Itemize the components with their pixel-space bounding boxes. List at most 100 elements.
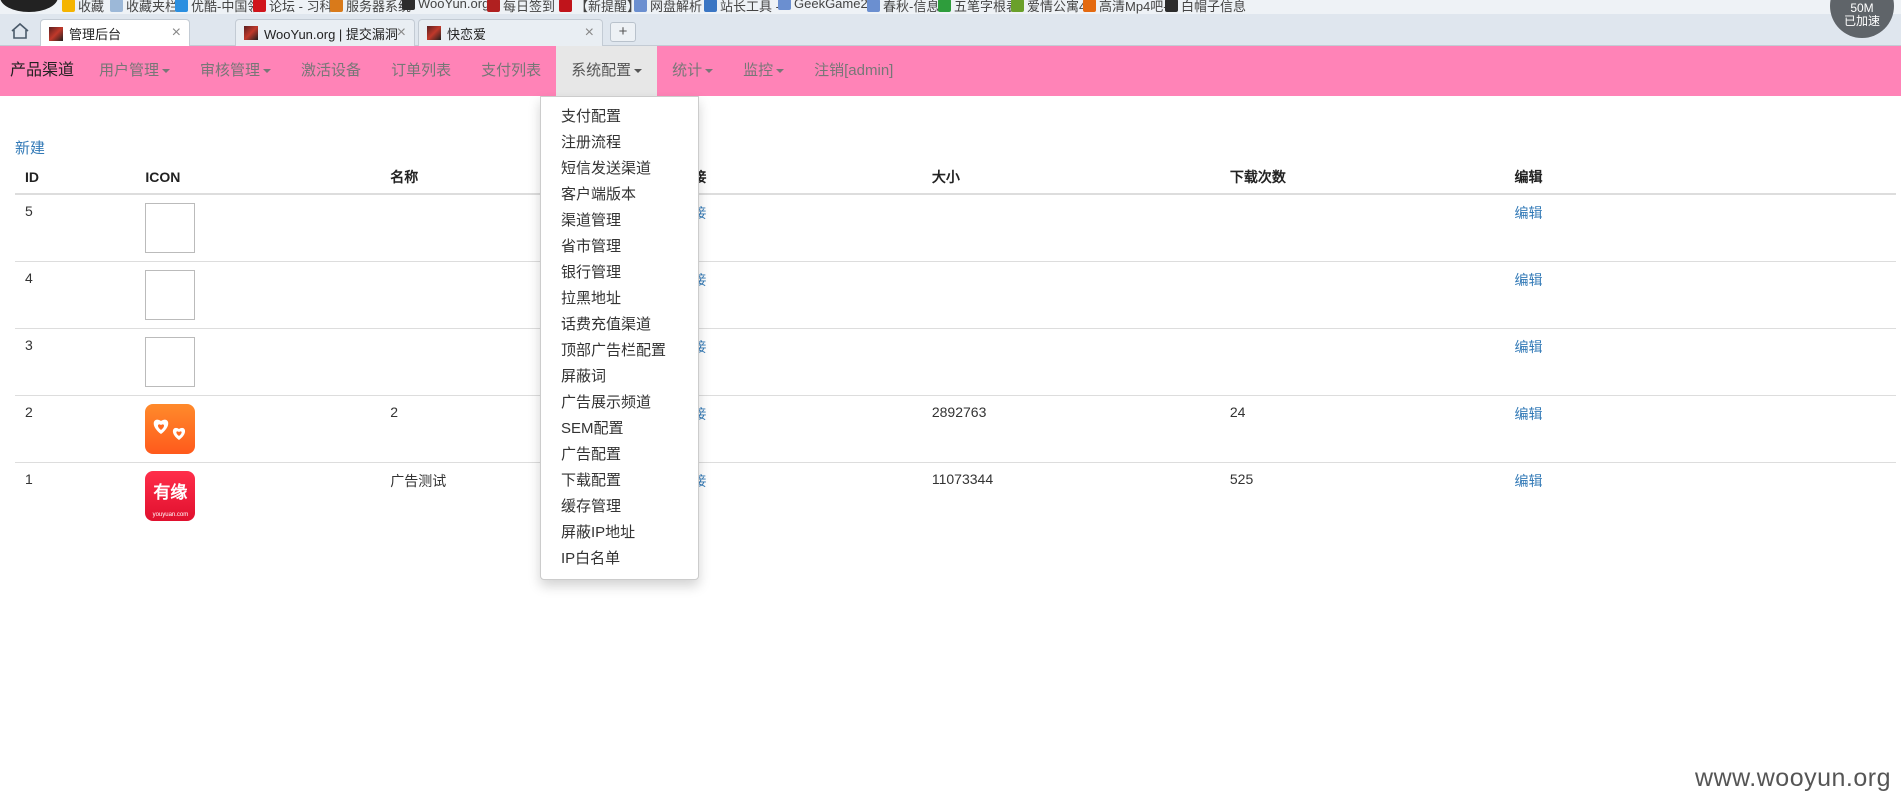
nav-item-label: 支付列表 (481, 62, 542, 79)
dropdown-item[interactable]: 拉黑地址 (541, 286, 698, 312)
system-config-dropdown: 支付配置 注册流程 短信发送渠道 客户端版本 渠道管理 省市管理 银行管理 拉黑地址 话费充值渠… (540, 96, 699, 580)
bookmark-item[interactable]: 收藏 (62, 0, 104, 14)
bookmark-label: 五笔字根表 (954, 0, 1020, 14)
nav-item-6[interactable]: 统计 (657, 46, 728, 96)
dropdown-item[interactable]: IP白名单 (541, 546, 698, 572)
size-cell (921, 328, 1220, 396)
bookmark-icon (704, 0, 717, 12)
dropdown-item[interactable]: 广告配置 (541, 442, 698, 468)
dropdown-item[interactable]: 屏蔽IP地址 (541, 520, 698, 546)
bookmark-label: 爱情公寓4 (1027, 0, 1087, 14)
downloads-cell (1220, 194, 1505, 262)
app-youyuan-icon: 有缘 youyuan.com (145, 471, 196, 521)
edit-link[interactable]: 编辑 (1514, 406, 1542, 422)
bookmark-item[interactable]: 网盘解析 - (634, 0, 710, 14)
bookmark-item[interactable]: GeekGame20 (778, 0, 875, 11)
dropdown-item[interactable]: 客户端版本 (541, 182, 698, 208)
column-header: 下载次数 (1219, 160, 1505, 195)
bookmark-label: 白帽子信息 (1181, 0, 1247, 14)
nav-item-0[interactable]: 用户管理 (84, 46, 185, 96)
blank-image-icon (145, 203, 196, 253)
tab-admin[interactable]: 管理后台 × (40, 19, 190, 47)
hearts-icon (154, 419, 186, 440)
close-icon[interactable]: × (397, 24, 406, 42)
bookmark-item[interactable]: 优酷-中国领 (175, 0, 260, 14)
table-header-row: IDICON名称下载链接大小下载次数编辑 (15, 160, 1896, 195)
dropdown-item[interactable]: 支付配置 (541, 104, 698, 130)
dropdown-item[interactable]: 银行管理 (541, 260, 698, 286)
edit-link[interactable]: 编辑 (1514, 272, 1542, 288)
user-avatar[interactable] (0, 0, 58, 12)
bookmark-item[interactable]: 收藏夹栏 (110, 0, 178, 14)
edit-link[interactable]: 编辑 (1514, 473, 1542, 489)
bookmark-item[interactable]: 爱情公寓4 (1011, 0, 1086, 14)
nav-item-3[interactable]: 订单列表 (376, 46, 466, 96)
downloads-cell (1219, 261, 1505, 329)
bookmark-item[interactable]: 高清Mp4吧- (1083, 0, 1168, 14)
icon-cell (135, 194, 380, 262)
bookmark-label: WooYun.org (418, 0, 490, 11)
edit-cell: 编辑 (1504, 462, 1896, 530)
new-button[interactable]: 新建 (15, 137, 45, 158)
tab-favicon-icon (427, 26, 441, 40)
bookmark-label: 春秋-信息 (883, 0, 940, 14)
dropdown-item[interactable]: 渠道管理 (541, 208, 698, 234)
close-icon[interactable]: × (585, 24, 594, 42)
app-icon-subtext: youyuan.com (152, 512, 189, 518)
bookmark-item[interactable]: WooYun.org (402, 0, 489, 11)
tab-title: WooYun.org | 提交漏洞 (264, 26, 398, 42)
icon-cell (135, 261, 381, 329)
nav-item-8[interactable]: 注销[admin] (799, 46, 908, 96)
new-tab-button[interactable]: + (610, 22, 636, 42)
bookmark-item[interactable]: 五笔字根表 (938, 0, 1019, 14)
app-hearts-icon (145, 404, 196, 454)
dropdown-item[interactable]: SEM配置 (541, 416, 698, 442)
tab-wooyun[interactable]: WooYun.org | 提交漏洞 × (235, 19, 415, 46)
dropdown-item[interactable]: 顶部广告栏配置 (541, 338, 698, 364)
close-icon[interactable]: × (172, 24, 181, 42)
column-header: ICON (135, 160, 381, 195)
nav-item-4[interactable]: 支付列表 (466, 46, 556, 96)
edit-cell: 编辑 (1504, 194, 1896, 262)
bookmark-item[interactable]: 站长工具 - (704, 0, 780, 14)
bookmark-item[interactable]: 【新提醒】 (559, 0, 640, 14)
bookmark-label: 站长工具 - (720, 0, 780, 14)
dropdown-item[interactable]: 注册流程 (541, 130, 698, 156)
dropdown-item[interactable]: 广告展示频道 (541, 390, 698, 416)
nav-item-7[interactable]: 监控 (728, 46, 799, 96)
bookmark-icon (1011, 0, 1024, 12)
dropdown-item[interactable]: 话费充值渠道 (541, 312, 698, 338)
nav-item-label: 订单列表 (391, 62, 452, 79)
bookmark-item[interactable]: 春秋-信息 (867, 0, 939, 14)
dropdown-item[interactable]: 省市管理 (541, 234, 698, 260)
id-cell: 4 (15, 261, 136, 329)
bookmark-item[interactable]: 每日签到 - (487, 0, 563, 14)
nav-item-1[interactable]: 审核管理 (185, 46, 286, 96)
dropdown-item[interactable]: 短信发送渠道 (541, 156, 698, 182)
bookmark-item[interactable]: 白帽子信息 (1165, 0, 1246, 14)
caret-down-icon (705, 69, 714, 74)
dropdown-item[interactable]: 缓存管理 (541, 494, 698, 520)
dropdown-item[interactable]: 屏蔽词 (541, 364, 698, 390)
column-header: ID (15, 160, 136, 195)
edit-link[interactable]: 编辑 (1514, 339, 1542, 355)
edit-link[interactable]: 编辑 (1514, 205, 1542, 221)
nav-item-5[interactable]: 系统配置 (556, 46, 658, 96)
bookmark-item[interactable]: 服务器系统 (330, 0, 411, 14)
id-cell: 3 (15, 328, 136, 396)
speed-status: 已加速 (1843, 14, 1880, 28)
tab-kuailianai[interactable]: 快恋爱 × (418, 19, 603, 46)
downloads-cell: 525 (1219, 462, 1505, 530)
home-icon[interactable] (10, 22, 30, 40)
bookmark-label: 论坛 - 习科 (269, 0, 333, 14)
bookmark-item[interactable]: 论坛 - 习科 (253, 0, 333, 14)
nav-item-2[interactable]: 激活设备 (286, 46, 376, 96)
size-cell: 11073344 (921, 462, 1220, 530)
dropdown-item[interactable]: 下载配置 (541, 468, 698, 494)
bookmark-icon (110, 0, 123, 12)
navbar-brand[interactable]: 产品渠道 (0, 46, 84, 96)
bookmark-icon (487, 0, 500, 12)
caret-down-icon (162, 69, 171, 74)
tab-title: 管理后台 (69, 27, 122, 42)
bookmark-label: 收藏 (78, 0, 105, 14)
